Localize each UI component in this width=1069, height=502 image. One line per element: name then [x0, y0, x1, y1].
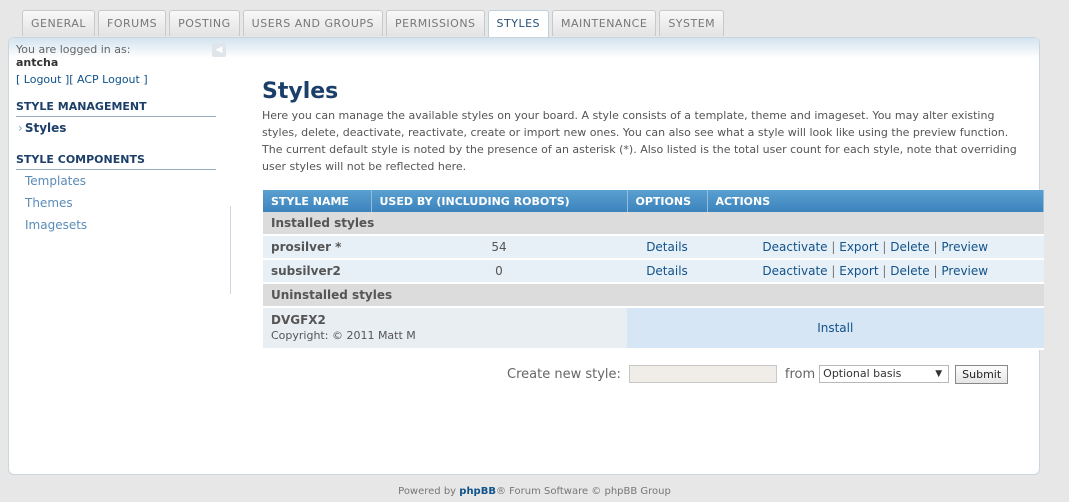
separator: |: [831, 264, 836, 278]
used-by-count: 0: [371, 259, 627, 284]
dropdown-arrow-icon: ▼: [935, 369, 943, 379]
table-row: subsilver2 0 Details Deactivate | Export…: [263, 259, 1044, 284]
used-by-count: 54: [371, 235, 627, 260]
username: antcha: [16, 56, 59, 69]
acp-logout-link[interactable]: [ ACP Logout ]: [69, 73, 147, 86]
install-link[interactable]: Install: [817, 321, 853, 335]
header-style-name: STYLE NAME: [263, 190, 372, 212]
installed-styles-label: Installed styles: [263, 212, 1044, 236]
footer-prefix: Powered by: [398, 486, 460, 497]
uninstalled-style-cell: DVGFX2 Copyright: © 2011 Matt M: [263, 307, 627, 350]
delete-link[interactable]: Delete: [890, 240, 929, 254]
logout-link[interactable]: [ Logout ]: [16, 73, 69, 86]
page-description: Here you can manage the available styles…: [262, 109, 1017, 173]
tab-posting[interactable]: POSTING: [169, 10, 240, 36]
phpbb-link[interactable]: phpBB: [459, 486, 496, 497]
tab-maintenance[interactable]: MAINTENANCE: [552, 10, 657, 36]
sidebar-item-imagesets[interactable]: Imagesets: [16, 214, 230, 236]
separator: |: [933, 264, 938, 278]
new-style-name-input[interactable]: [628, 365, 777, 383]
sidebar-divider: [230, 206, 231, 294]
preview-link[interactable]: Preview: [941, 264, 988, 278]
separator: |: [831, 240, 836, 254]
from-label: from: [784, 366, 816, 382]
basis-select[interactable]: Optional basis ▼: [819, 365, 950, 383]
tab-users-and-groups[interactable]: USERS AND GROUPS: [242, 10, 383, 36]
uninstalled-section-row: Uninstalled styles: [263, 283, 1044, 308]
delete-link[interactable]: Delete: [890, 264, 929, 278]
sidebar-item-templates[interactable]: Templates: [16, 170, 230, 192]
table-row: DVGFX2 Copyright: © 2011 Matt M Install: [263, 307, 1044, 350]
export-link[interactable]: Export: [839, 264, 878, 278]
logout-links: [ Logout ][ ACP Logout ]: [16, 72, 230, 87]
tab-general[interactable]: GENERAL: [22, 10, 96, 36]
tab-forums[interactable]: FORUMS: [98, 10, 167, 36]
details-link[interactable]: Details: [646, 240, 688, 254]
logged-in-label: You are logged in as:: [16, 43, 131, 56]
section-style-components: STYLE COMPONENTS: [16, 153, 216, 170]
page-title: Styles: [262, 79, 339, 104]
sidebar-item-themes[interactable]: Themes: [16, 192, 230, 214]
style-name: subsilver2: [263, 259, 371, 284]
uninstalled-styles-label: Uninstalled styles: [263, 283, 1044, 308]
footer-suffix: ® Forum Software © phpBB Group: [495, 486, 671, 497]
basis-select-value: Optional basis: [823, 367, 902, 380]
actions-cell: Deactivate | Export | Delete | Preview: [707, 259, 1044, 284]
export-link[interactable]: Export: [839, 240, 878, 254]
submit-button[interactable]: Submit: [955, 364, 1009, 384]
table-header: STYLE NAME USED BY (INCLUDING ROBOTS) OP…: [263, 190, 1044, 212]
create-style-form: Create new style: from Optional basis ▼ …: [507, 364, 1009, 384]
header-actions: ACTIONS: [707, 190, 1044, 212]
separator: |: [933, 240, 938, 254]
collapse-sidebar-icon[interactable]: ◀: [212, 43, 226, 57]
header-options: OPTIONS: [627, 190, 708, 212]
deactivate-link[interactable]: Deactivate: [762, 264, 827, 278]
active-arrow-icon: ›: [18, 121, 23, 135]
tab-system[interactable]: SYSTEM: [659, 10, 725, 36]
sidebar: ◀ You are logged in as: antcha [ Logout …: [16, 43, 230, 236]
actions-cell: Deactivate | Export | Delete | Preview: [707, 235, 1044, 260]
separator: |: [882, 240, 887, 254]
deactivate-link[interactable]: Deactivate: [762, 240, 827, 254]
section-style-management: STYLE MANAGEMENT: [16, 100, 216, 117]
table-row: prosilver * 54 Details Deactivate | Expo…: [263, 235, 1044, 260]
separator: |: [882, 264, 887, 278]
installed-section-row: Installed styles: [263, 212, 1044, 236]
style-name: DVGFX2: [271, 313, 326, 327]
tab-styles[interactable]: STYLES: [487, 10, 550, 38]
header-used-by: USED BY (INCLUDING ROBOTS): [371, 190, 628, 212]
styles-table: STYLE NAME USED BY (INCLUDING ROBOTS) OP…: [263, 190, 1044, 350]
style-name: prosilver *: [263, 235, 371, 260]
sidebar-item-label: Styles: [24, 121, 67, 135]
footer: Powered by phpBB® Forum Software © phpBB…: [0, 486, 1069, 497]
sidebar-item-styles[interactable]: › Styles: [16, 117, 230, 139]
details-link[interactable]: Details: [646, 264, 688, 278]
create-style-label: Create new style:: [507, 366, 621, 382]
preview-link[interactable]: Preview: [941, 240, 988, 254]
style-copyright: Copyright: © 2011 Matt M: [271, 329, 416, 342]
admin-tabs: GENERAL FORUMS POSTING USERS AND GROUPS …: [22, 10, 725, 38]
content: Styles Here you can manage the available…: [262, 79, 1032, 175]
tab-permissions[interactable]: PERMISSIONS: [386, 10, 485, 36]
